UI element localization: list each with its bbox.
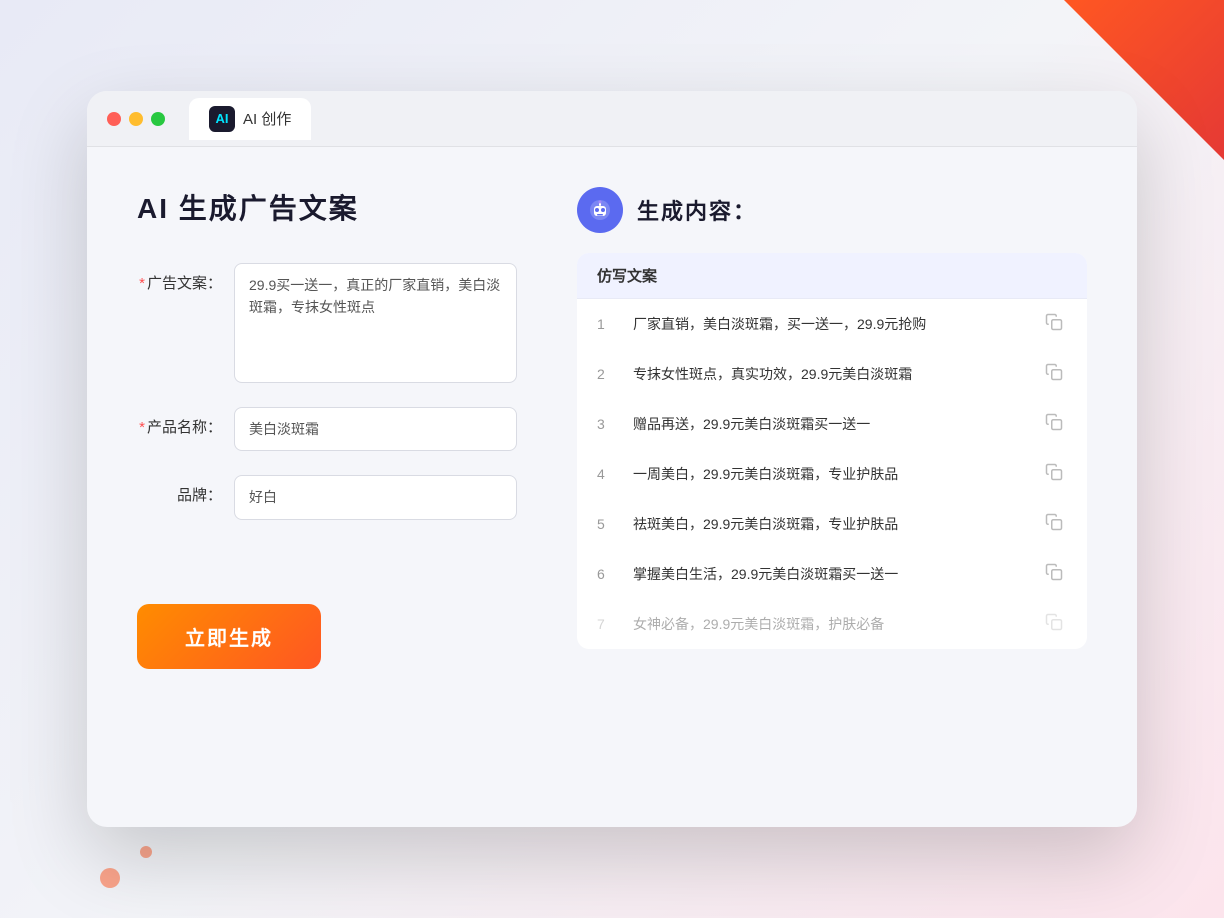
robot-svg bbox=[586, 196, 614, 224]
traffic-lights bbox=[107, 112, 165, 126]
result-row: 3 赠品再送，29.9元美白淡斑霜买一送一 bbox=[577, 399, 1087, 449]
tab-ai-icon: AI bbox=[209, 106, 235, 132]
results-table: 仿写文案 1 厂家直销，美白淡斑霜，买一送一，29.9元抢购 2 专抹女性斑点，真实功… bbox=[577, 253, 1087, 649]
result-number: 6 bbox=[597, 566, 617, 582]
copy-button[interactable] bbox=[1045, 513, 1067, 535]
ad-copy-label: *广告文案： bbox=[137, 263, 222, 296]
result-number: 4 bbox=[597, 466, 617, 482]
result-text: 赠品再送，29.9元美白淡斑霜买一送一 bbox=[633, 414, 1029, 435]
content-area: AI 生成广告文案 *广告文案： *产品名称： 品牌： 立即生成 bbox=[87, 147, 1137, 827]
required-star-1: * bbox=[139, 275, 145, 292]
result-text: 女神必备，29.9元美白淡斑霜，护肤必备 bbox=[633, 614, 1029, 635]
result-text: 专抹女性斑点，真实功效，29.9元美白淡斑霜 bbox=[633, 364, 1029, 385]
result-number: 1 bbox=[597, 316, 617, 332]
results-column-header: 仿写文案 bbox=[577, 253, 1087, 299]
brand-input[interactable] bbox=[234, 475, 517, 519]
right-panel: 生成内容： 仿写文案 1 厂家直销，美白淡斑霜，买一送一，29.9元抢购 2 专抹女性… bbox=[577, 187, 1087, 787]
tab-label: AI 创作 bbox=[243, 108, 291, 129]
right-title: 生成内容： bbox=[637, 194, 757, 226]
maximize-button[interactable] bbox=[151, 112, 165, 126]
form-group-product: *产品名称： bbox=[137, 407, 517, 451]
result-row: 1 厂家直销，美白淡斑霜，买一送一，29.9元抢购 bbox=[577, 299, 1087, 349]
bg-decoration-dot-2 bbox=[140, 846, 152, 858]
product-label: *产品名称： bbox=[137, 407, 222, 440]
result-number: 2 bbox=[597, 366, 617, 382]
bg-decoration-dot-1 bbox=[100, 868, 120, 888]
result-row: 4 一周美白，29.9元美白淡斑霜，专业护肤品 bbox=[577, 449, 1087, 499]
brand-label: 品牌： bbox=[137, 475, 222, 508]
copy-button[interactable] bbox=[1045, 413, 1067, 435]
page-title: AI 生成广告文案 bbox=[137, 187, 517, 227]
left-panel: AI 生成广告文案 *广告文案： *产品名称： 品牌： 立即生成 bbox=[137, 187, 517, 787]
product-input[interactable] bbox=[234, 407, 517, 451]
result-text: 厂家直销，美白淡斑霜，买一送一，29.9元抢购 bbox=[633, 314, 1029, 335]
result-row: 2 专抹女性斑点，真实功效，29.9元美白淡斑霜 bbox=[577, 349, 1087, 399]
copy-button[interactable] bbox=[1045, 563, 1067, 585]
result-row: 5 祛斑美白，29.9元美白淡斑霜，专业护肤品 bbox=[577, 499, 1087, 549]
browser-window: AI AI 创作 AI 生成广告文案 *广告文案： *产品名称： bbox=[87, 91, 1137, 827]
result-number: 5 bbox=[597, 516, 617, 532]
result-text: 祛斑美白，29.9元美白淡斑霜，专业护肤品 bbox=[633, 514, 1029, 535]
required-star-2: * bbox=[139, 419, 145, 436]
form-group-ad-copy: *广告文案： bbox=[137, 263, 517, 383]
ad-copy-input[interactable] bbox=[234, 263, 517, 383]
result-row: 7 女神必备，29.9元美白淡斑霜，护肤必备 bbox=[577, 599, 1087, 649]
right-header: 生成内容： bbox=[577, 187, 1087, 233]
minimize-button[interactable] bbox=[129, 112, 143, 126]
result-text: 一周美白，29.9元美白淡斑霜，专业护肤品 bbox=[633, 464, 1029, 485]
robot-icon bbox=[577, 187, 623, 233]
result-number: 3 bbox=[597, 416, 617, 432]
copy-button[interactable] bbox=[1045, 363, 1067, 385]
close-button[interactable] bbox=[107, 112, 121, 126]
generate-button[interactable]: 立即生成 bbox=[137, 604, 321, 669]
tab-ai-create[interactable]: AI AI 创作 bbox=[189, 98, 311, 140]
copy-button[interactable] bbox=[1045, 613, 1067, 635]
copy-button[interactable] bbox=[1045, 463, 1067, 485]
title-bar: AI AI 创作 bbox=[87, 91, 1137, 147]
result-row: 6 掌握美白生活，29.9元美白淡斑霜买一送一 bbox=[577, 549, 1087, 599]
result-number: 7 bbox=[597, 616, 617, 632]
form-group-brand: 品牌： bbox=[137, 475, 517, 519]
result-text: 掌握美白生活，29.9元美白淡斑霜买一送一 bbox=[633, 564, 1029, 585]
copy-button[interactable] bbox=[1045, 313, 1067, 335]
